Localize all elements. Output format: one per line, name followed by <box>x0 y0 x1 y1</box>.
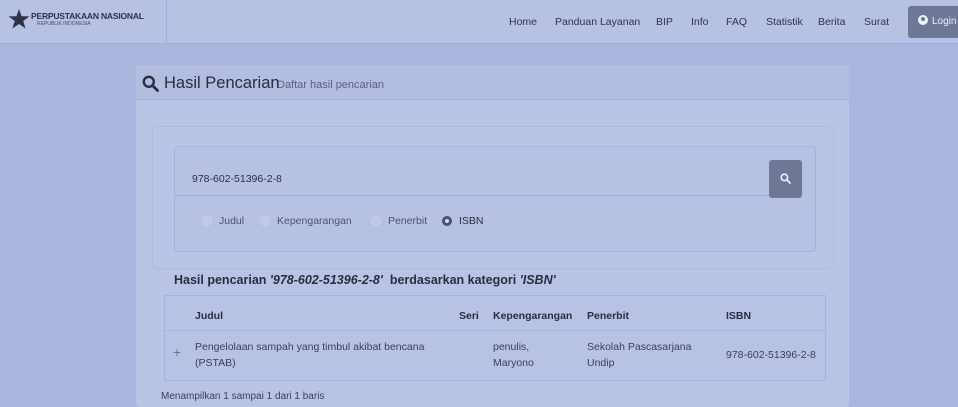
search-card: Judul Kepengarangan Penerbit ISBN <box>152 126 834 269</box>
nav-bip[interactable]: BIP <box>656 0 673 44</box>
cell-penerbit: Sekolah Pascasarjana Undip <box>587 341 692 369</box>
search-results-panel: Hasil Pencarian Daftar hasil pencarian J… <box>136 65 849 407</box>
table-divider <box>165 330 825 331</box>
cell-isbn: 978-602-51396-2-8 <box>726 349 816 361</box>
search-button[interactable] <box>769 160 802 198</box>
radio-label: Penerbit <box>388 215 428 227</box>
nav-info[interactable]: Info <box>691 0 709 44</box>
radio-label: Kepengarangan <box>277 215 352 227</box>
cell-judul: Pengelolaan sampah yang timbul akibat be… <box>195 341 425 369</box>
brand-name: PERPUSTAKAAN NASIONAL <box>31 11 144 21</box>
panel-header: Hasil Pencarian Daftar hasil pencarian <box>136 65 849 100</box>
login-button[interactable]: Login <box>908 6 958 38</box>
column-header-seri[interactable]: Seri <box>459 310 479 322</box>
column-header-kepengarangan[interactable]: Kepengarangan <box>493 310 572 322</box>
nav-statistik[interactable]: Statistik <box>766 0 803 44</box>
expand-plus-icon[interactable]: + <box>173 344 181 360</box>
nav-panduan-layanan[interactable]: Panduan Layanan <box>555 0 640 44</box>
radio-label: Judul <box>219 215 245 227</box>
search-icon <box>780 173 791 184</box>
search-input[interactable] <box>175 162 769 196</box>
radio-button[interactable] <box>371 216 381 226</box>
results-heading: Hasil pencarian '978-602-51396-2-8' berd… <box>174 273 556 287</box>
results-category: 'ISBN' <box>519 273 556 287</box>
star-logo-icon <box>8 9 30 29</box>
brand-logo[interactable]: PERPUSTAKAAN NASIONAL REPUBLIK INDONESIA <box>0 0 167 44</box>
nav-home[interactable]: Home <box>509 0 537 44</box>
results-table: Judul Seri Kepengarangan Penerbit ISBN +… <box>164 295 826 381</box>
nav-surat[interactable]: Surat <box>864 0 889 44</box>
nav-berita[interactable]: Berita <box>818 0 845 44</box>
brand-subtitle: REPUBLIK INDONESIA <box>37 21 91 27</box>
login-label: Login <box>932 16 957 27</box>
search-form: Judul Kepengarangan Penerbit ISBN <box>174 146 816 252</box>
results-query: '978-602-51396-2-8' <box>269 273 383 287</box>
search-icon <box>142 75 159 92</box>
radio-button[interactable] <box>260 216 270 226</box>
page-title: Hasil Pencarian <box>164 74 280 92</box>
column-header-judul[interactable]: Judul <box>195 310 223 322</box>
nav-faq[interactable]: FAQ <box>726 0 747 44</box>
results-prefix: Hasil pencarian <box>174 273 267 287</box>
results-middle: berdasarkan kategori <box>389 273 517 287</box>
column-header-penerbit[interactable]: Penerbit <box>587 310 629 322</box>
radio-button-selected[interactable] <box>442 216 452 226</box>
radio-label: ISBN <box>459 215 484 227</box>
user-circle-icon <box>918 15 928 25</box>
pagination-info: Menampilkan 1 sampai 1 dari 1 baris <box>161 391 325 402</box>
cell-kepengarangan: penulis, Maryono <box>493 341 534 369</box>
top-navbar: PERPUSTAKAAN NASIONAL REPUBLIK INDONESIA… <box>0 0 958 44</box>
column-header-isbn[interactable]: ISBN <box>726 310 751 322</box>
page-subtitle: Daftar hasil pencarian <box>277 79 385 91</box>
radio-button[interactable] <box>202 216 212 226</box>
